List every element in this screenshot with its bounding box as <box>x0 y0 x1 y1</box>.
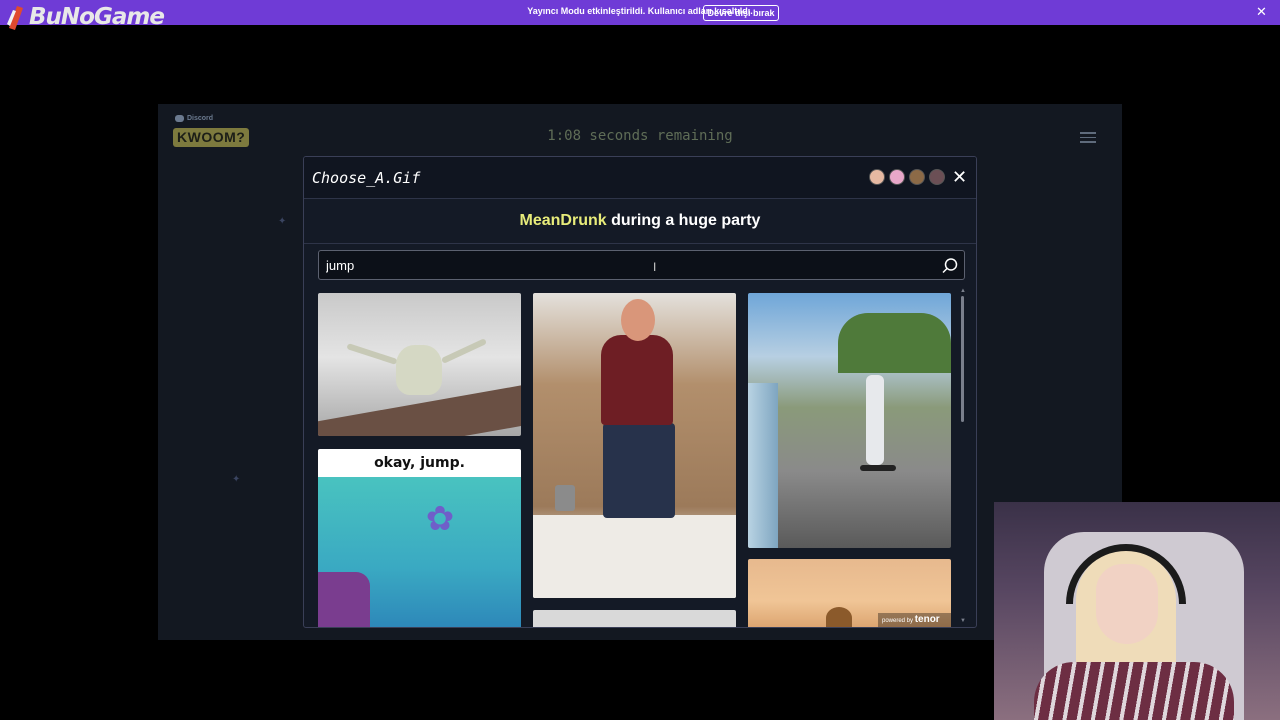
gif-search-box <box>318 250 965 280</box>
gif-result[interactable]: powered by tenor <box>748 559 951 627</box>
gif-bridge-rail <box>748 383 778 548</box>
webcam-streamer-shirt <box>1034 662 1234 720</box>
star-decoration-icon: ✦ <box>232 474 241 485</box>
avatar <box>869 169 885 185</box>
modal-header: Choose_A.Gif ✕ <box>304 157 976 199</box>
tenor-logo: tenor <box>914 614 940 625</box>
player-avatars <box>869 169 945 185</box>
gif-caption: okay, jump. <box>374 455 465 471</box>
gif-man-head <box>621 299 655 341</box>
gif-person <box>866 375 884 465</box>
avatar <box>889 169 905 185</box>
gif-search-input[interactable] <box>326 257 926 274</box>
streamer-mode-bar: Yayıncı Modu etkinleştirildi. Kullanıcı … <box>0 0 1280 25</box>
countdown-timer: 1:08 seconds remaining <box>547 128 733 144</box>
discord-label: Discord <box>175 115 213 122</box>
prompt-text: MeanDrunk during a huge party <box>304 212 976 230</box>
logo-text: BuNoGame <box>29 4 165 30</box>
gif-lamp <box>555 485 575 511</box>
attribution-prefix: powered by <box>882 618 914 624</box>
close-icon[interactable]: ✕ <box>952 168 967 186</box>
scroll-thumb[interactable] <box>961 296 964 422</box>
webcam-feed <box>994 502 1280 720</box>
avatar <box>909 169 925 185</box>
gif-cliff <box>318 572 370 627</box>
gif-frog-figure <box>396 345 442 395</box>
streamer-mode-message: Yayıncı Modu etkinleştirildi. Kullanıcı … <box>527 6 753 16</box>
discord-text: Discord <box>187 115 214 122</box>
disable-streamer-mode-button[interactable]: Devre dışı bırak <box>703 5 779 21</box>
avatar <box>929 169 945 185</box>
gif-cartoon-figure <box>826 607 852 627</box>
search-icon[interactable] <box>941 257 959 275</box>
gif-result[interactable] <box>533 610 736 627</box>
gif-frog-arm <box>346 343 398 365</box>
tenor-attribution: powered by tenor <box>878 613 951 627</box>
prompt-player-name: MeanDrunk <box>519 212 607 229</box>
stream-overlay-logo: BuNoGame <box>5 3 165 31</box>
modal-title: Choose_A.Gif <box>312 169 421 187</box>
screen: Yayıncı Modu etkinleştirildi. Kullanıcı … <box>0 0 1280 720</box>
gif-result[interactable] <box>318 293 521 436</box>
scroll-down-icon[interactable]: ▼ <box>960 618 966 624</box>
gif-man-pants <box>603 423 675 518</box>
gif-result[interactable] <box>533 293 736 598</box>
gif-hoverboard <box>860 465 896 471</box>
scroll-up-icon[interactable]: ▲ <box>960 288 966 294</box>
flower-icon: ✿ <box>425 500 455 538</box>
star-decoration-icon: ✦ <box>278 216 287 227</box>
results-scrollbar[interactable]: ▲ ▼ <box>960 288 966 627</box>
gif-sea-scene: ✿ <box>318 477 521 627</box>
gif-result[interactable]: okay, jump. ✿ <box>318 449 521 627</box>
prompt-sentence: during a huge party <box>606 212 761 229</box>
close-icon[interactable]: ✕ <box>1256 5 1267 19</box>
gif-bed <box>533 515 736 598</box>
discord-icon <box>175 115 184 122</box>
gif-result[interactable] <box>748 293 951 548</box>
text-cursor-icon: I <box>653 260 657 274</box>
gif-man-shirt <box>601 335 673 425</box>
hamburger-icon[interactable] <box>1080 132 1096 146</box>
choose-gif-modal: Choose_A.Gif ✕ MeanDrunk during a huge p… <box>303 156 977 628</box>
gif-trees <box>838 313 951 373</box>
logo-mark-icon <box>7 6 23 30</box>
divider <box>304 243 976 244</box>
gif-frog-arm <box>440 338 488 364</box>
